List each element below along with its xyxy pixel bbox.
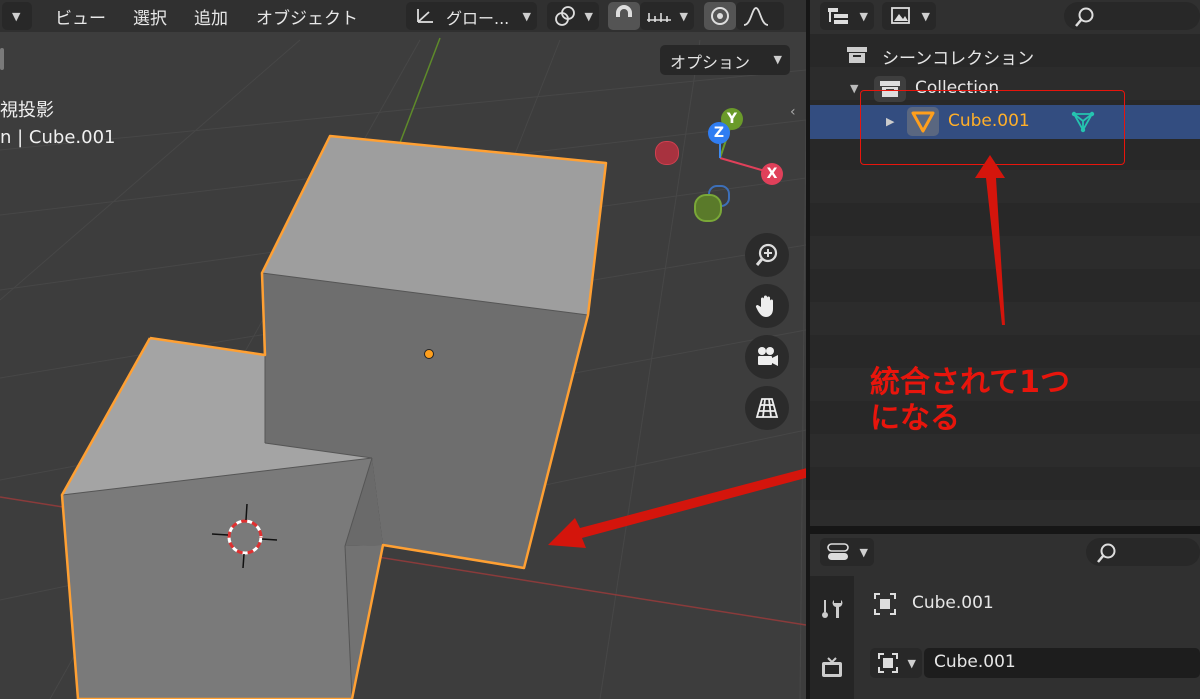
magnet-icon: [616, 5, 632, 17]
properties-search-input[interactable]: [1086, 538, 1200, 566]
annotation-arrow-vertical: [975, 155, 1005, 325]
sidebar-toggle-arrow-icon[interactable]: ‹: [790, 104, 806, 128]
smooth-falloff-icon: [743, 7, 769, 26]
gizmo-neg-x-icon[interactable]: [655, 141, 679, 165]
annotation-arrow: [548, 468, 806, 548]
outliner-row-bg: [810, 434, 1200, 467]
view-object-label: n | Cube.001: [0, 127, 116, 148]
image-filter-icon: [891, 7, 910, 24]
menu-view[interactable]: ビュー: [55, 4, 106, 29]
outliner-header: ▼ ▼: [810, 0, 1200, 34]
chevron-down-icon: ▼: [859, 10, 868, 23]
view-perspective-label: 視投影: [0, 100, 54, 121]
annotation-line-2: になる: [870, 401, 960, 436]
outliner-panel: ▼ ▼ シーンコレクション ▼ Collection ▶ Cube.001: [810, 0, 1200, 526]
hand-pan-icon: [755, 295, 773, 317]
annotation-line-1: 統合されて1つ: [870, 365, 1070, 400]
scene-collection-label[interactable]: シーンコレクション: [882, 44, 1034, 69]
chevron-down-icon: ▼: [679, 10, 688, 23]
object-properties-icon: [874, 593, 896, 615]
navigation-gizmo[interactable]: Y Z X: [650, 105, 790, 225]
pan-button[interactable]: [745, 284, 789, 328]
properties-header: ▼: [810, 534, 1200, 576]
chevron-down-icon: ▼: [12, 10, 21, 23]
orientation-axes-icon: [417, 9, 433, 23]
toolbar-edge[interactable]: [0, 48, 4, 70]
snap-target-dropdown[interactable]: ▼: [640, 2, 694, 30]
properties-toggle-icon: [827, 543, 849, 560]
scene-collection-icon: [847, 47, 867, 63]
viewport-header: ▼ ビュー 選択 追加 オブジェクト グロー... ▼ ▼ ▼: [0, 0, 806, 32]
data-name-value: Cube.001: [934, 652, 1016, 672]
proportional-edit-icon: [711, 7, 729, 25]
outliner-search-input[interactable]: [1064, 2, 1200, 30]
filter-dropdown[interactable]: ▼: [882, 2, 936, 30]
display-mode-dropdown[interactable]: ▼: [820, 2, 874, 30]
options-label: オプション: [670, 53, 751, 72]
properties-tab-column: [810, 576, 854, 699]
zoom-button[interactable]: [745, 233, 789, 277]
chevron-down-icon: ▼: [921, 10, 930, 23]
chevron-down-icon: ▼: [907, 657, 916, 670]
object-name-label: Cube.001: [912, 593, 994, 613]
options-dropdown[interactable]: オプション ▼: [660, 45, 790, 75]
proportional-edit-toggle[interactable]: [704, 2, 736, 30]
transform-orientation-dropdown[interactable]: グロー... ▼: [406, 2, 537, 30]
data-browse-dropdown[interactable]: ▼: [870, 648, 922, 678]
gizmo-z-icon[interactable]: Z: [708, 122, 730, 144]
chevron-down-icon: ▼: [584, 10, 593, 23]
object-origin: [424, 349, 434, 359]
tool-settings-icon[interactable]: [820, 598, 844, 622]
y-axis-line-top: [397, 37, 441, 149]
search-icon: [1097, 543, 1116, 563]
proportional-falloff-dropdown[interactable]: [736, 2, 784, 30]
properties-panel: ▼ Cube.001 ▼ Cube.001: [810, 534, 1200, 699]
render-icon[interactable]: [820, 656, 844, 680]
gizmo-neg-y-icon[interactable]: [694, 194, 722, 222]
chevron-down-icon: ▼: [773, 53, 782, 66]
chevron-down-icon: ▼: [522, 10, 531, 23]
search-icon: [1075, 7, 1094, 27]
pivot-point-icon: [555, 6, 575, 26]
3d-viewport[interactable]: 視投影 n | Cube.001 Y Z X オプション ▼ ▼ ビュー 選択: [0, 0, 806, 699]
transform-orientation-label: グロー...: [446, 9, 510, 28]
menu-select[interactable]: 選択: [133, 4, 167, 29]
area-divider[interactable]: [806, 526, 1200, 534]
snap-increment-icon: [647, 13, 671, 22]
collapse-arrow-icon[interactable]: ▼: [850, 82, 858, 95]
zoom-icon: [755, 243, 778, 266]
gizmo-x-icon[interactable]: X: [761, 163, 783, 185]
menu-object[interactable]: オブジェクト: [256, 4, 358, 29]
camera-view-button[interactable]: [745, 335, 789, 379]
menu-add[interactable]: 追加: [194, 4, 228, 29]
pivot-point-dropdown[interactable]: ▼: [547, 2, 599, 30]
outliner-row-bg: [810, 500, 1200, 526]
editor-type-button[interactable]: ▼: [2, 2, 32, 30]
camera-icon: [758, 347, 778, 366]
perspective-toggle-button[interactable]: [745, 386, 789, 430]
snap-toggle[interactable]: [608, 2, 640, 30]
chevron-down-icon: ▼: [859, 546, 868, 559]
cube-mesh[interactable]: [60, 134, 608, 699]
data-name-field[interactable]: Cube.001: [924, 648, 1200, 678]
properties-editor-dropdown[interactable]: ▼: [820, 538, 874, 566]
object-data-icon: [878, 653, 898, 673]
outliner-tree-icon: [828, 8, 848, 24]
perspective-grid-icon: [755, 398, 779, 418]
annotation-text: 統合されて1つ になる: [870, 365, 1070, 437]
